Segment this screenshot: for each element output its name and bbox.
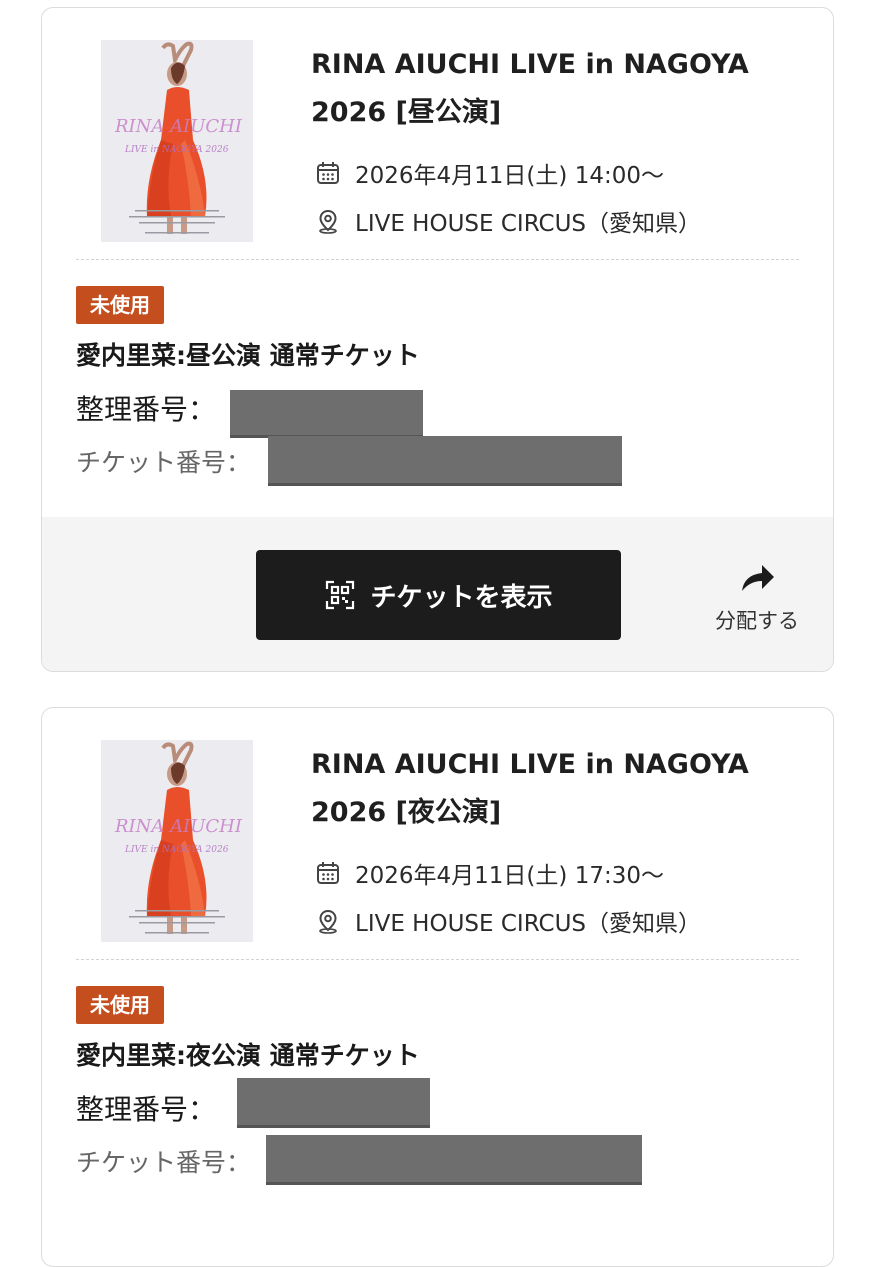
- event-date-row: 2026年4月11日(土) 17:30～: [315, 856, 664, 890]
- seat-number-label: 整理番号：: [76, 393, 217, 426]
- show-ticket-button[interactable]: チケットを表示: [256, 550, 621, 640]
- status-badge: 未使用: [76, 286, 164, 324]
- ticket-number-redacted: [266, 1135, 452, 1185]
- section-divider: [76, 259, 799, 260]
- share-button[interactable]: 分配する: [692, 561, 822, 635]
- seat-number-redacted: [237, 1078, 430, 1128]
- action-bar: チケットを表示 分配する: [42, 517, 833, 671]
- event-poster-image: RINA AIUCHI LIVE in NAGOYA 2026: [101, 740, 253, 942]
- ticket-number-redacted: [430, 436, 622, 486]
- share-label: 分配する: [715, 609, 799, 633]
- ticket-number-redacted: [452, 1135, 642, 1185]
- seat-number-redacted: [230, 390, 423, 438]
- event-venue-row: LIVE HOUSE CIRCUS（愛知県）: [315, 904, 701, 938]
- poster-title-text: RINA AIUCHI: [114, 116, 243, 137]
- calendar-icon: [315, 160, 341, 186]
- seat-number-label: 整理番号：: [76, 1093, 217, 1126]
- poster-subtitle-text: LIVE in NAGOYA 2026: [124, 845, 229, 855]
- ticket-number-label: チケット番号：: [76, 448, 252, 477]
- event-date-row: 2026年4月11日(土) 14:00～: [315, 156, 664, 190]
- event-title: RINA AIUCHI LIVE in NAGOYA 2026 [夜公演]: [311, 749, 749, 828]
- location-pin-icon: [315, 208, 341, 234]
- qr-code-icon: [324, 579, 356, 611]
- event-poster-image: RINA AIUCHI LIVE in NAGOYA 2026: [101, 40, 253, 242]
- event-title: RINA AIUCHI LIVE in NAGOYA 2026 [昼公演]: [311, 49, 749, 128]
- ticket-number-redacted: [268, 436, 430, 486]
- section-divider: [76, 959, 799, 960]
- event-venue-row: LIVE HOUSE CIRCUS（愛知県）: [315, 204, 701, 238]
- poster-subtitle-text: LIVE in NAGOYA 2026: [124, 145, 229, 155]
- share-arrow-icon: [736, 561, 778, 597]
- ticket-type-name: 愛内里菜:夜公演 通常チケット: [76, 1041, 420, 1070]
- show-ticket-label: チケットを表示: [370, 582, 553, 613]
- ticket-type-name: 愛内里菜:昼公演 通常チケット: [76, 341, 420, 370]
- location-pin-icon: [315, 908, 341, 934]
- event-date: 2026年4月11日(土) 17:30～: [355, 863, 664, 889]
- ticket-number-label: チケット番号：: [76, 1148, 252, 1177]
- poster-title-text: RINA AIUCHI: [114, 816, 243, 837]
- event-venue: LIVE HOUSE CIRCUS（愛知県）: [355, 211, 702, 237]
- event-venue: LIVE HOUSE CIRCUS（愛知県）: [355, 911, 702, 937]
- ticket-card[interactable]: RINA AIUCHI LIVE in NAGOYA 2026 RINA AIU…: [41, 7, 834, 672]
- event-date: 2026年4月11日(土) 14:00～: [355, 163, 664, 189]
- status-badge: 未使用: [76, 986, 164, 1024]
- calendar-icon: [315, 860, 341, 886]
- ticket-card[interactable]: RINA AIUCHI LIVE in NAGOYA 2026 RINA AIU…: [41, 707, 834, 1267]
